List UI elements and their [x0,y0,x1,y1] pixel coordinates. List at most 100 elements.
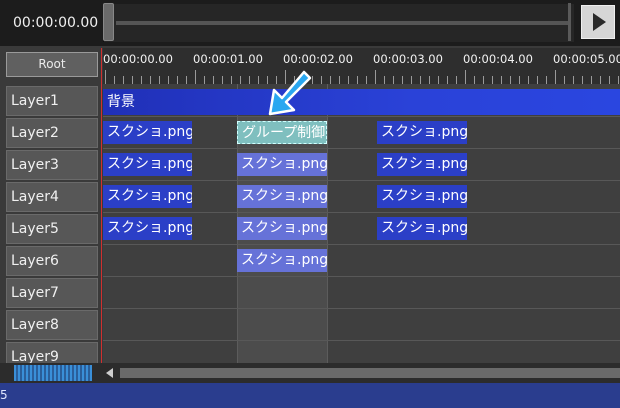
ruler-label: 00:00:02.00 [283,52,353,66]
ruler-tick [321,76,322,84]
clip-layer3-b[interactable]: スクショ.png [237,153,327,176]
ruler-tick [609,76,610,84]
ruler-tick [519,76,520,84]
ruler-tick [483,76,484,84]
ruler-tick [330,76,331,84]
ruler-tick [186,76,187,84]
ruler-tick [105,70,106,84]
ruler-tick [402,76,403,84]
clip-layer6-b[interactable]: スクショ.png [237,249,327,272]
scroll-left-icon[interactable] [106,368,113,378]
ruler-tick [582,76,583,84]
layer-header-2[interactable]: Layer2 [6,118,98,148]
arrow-down-left-icon [268,70,312,116]
row-divider [103,212,620,213]
ruler-tick [384,76,385,84]
clip-layer5-a[interactable]: スクショ.png [103,217,192,240]
ruler-tick [564,76,565,84]
ruler-tick [249,76,250,84]
ruler-tick [204,76,205,84]
layer-header-7[interactable]: Layer7 [6,278,98,308]
root-button[interactable]: Root [6,52,98,77]
play-icon [593,13,606,31]
layer-header-3[interactable]: Layer3 [6,150,98,180]
clip-background[interactable]: 背景 [103,89,620,115]
ruler-tick [618,76,619,84]
clip-group-control[interactable]: グループ制御 [237,121,327,144]
seek-track[interactable] [103,4,574,42]
ruler-tick [537,76,538,84]
row-divider [103,148,620,149]
ruler-tick [600,76,601,84]
ruler-tick [132,76,133,84]
ruler-tick [231,76,232,84]
status-bar: 5 [0,383,620,408]
ruler-tick [258,76,259,84]
clip-layer4-a[interactable]: スクショ.png [103,185,192,208]
row-divider [103,340,620,341]
playhead[interactable] [101,48,102,368]
ruler-tick [123,76,124,84]
ruler-tick [591,76,592,84]
layer-header-6[interactable]: Layer6 [6,246,98,276]
ruler-tick [177,76,178,84]
ruler-tick [312,76,313,84]
ruler-tick [573,76,574,84]
ruler-tick [447,76,448,84]
ruler-tick [114,76,115,84]
ruler-tick [150,76,151,84]
ruler-tick [429,76,430,84]
ruler-label: 00:00:05.00 [553,52,620,66]
time-ruler[interactable]: 00:00:00.00 00:00:01.00 00:00:02.00 00:00:0… [103,48,620,84]
ruler-tick [240,76,241,84]
seek-end-handle[interactable] [568,3,571,41]
ruler-label: 00:00:00.00 [103,52,173,66]
clip-layer5-c[interactable]: スクショ.png [377,217,467,240]
ruler-tick [411,76,412,84]
ruler-tick [168,76,169,84]
ruler-tick [492,76,493,84]
ruler-tick [456,76,457,84]
ruler-tick [339,76,340,84]
row-divider [103,276,620,277]
ruler-tick [420,76,421,84]
row-divider [103,116,620,117]
group-right-line [327,84,328,363]
ruler-tick [357,76,358,84]
scroll-thumb[interactable] [120,368,620,378]
clip-layer3-c[interactable]: スクショ.png [377,153,467,176]
transport-bar: 00:00:00.00 [0,0,620,46]
ruler-tick [510,76,511,84]
ruler-tick [195,70,196,84]
ruler-label: 00:00:04.00 [463,52,533,66]
ruler-tick [501,76,502,84]
clip-layer5-b[interactable]: スクショ.png [237,217,327,240]
ruler-label: 00:00:01.00 [193,52,263,66]
ruler-tick [222,76,223,84]
ruler-tick [555,70,556,84]
seek-start-handle[interactable] [103,3,114,41]
row-divider [103,180,620,181]
ruler-tick [474,76,475,84]
status-text: 5 [0,388,8,402]
layer-header-8[interactable]: Layer8 [6,310,98,340]
timeline-area[interactable]: 背景 スクショ.png グループ制御 スクショ.png スクショ.png スクシ… [103,84,620,363]
layer-header-5[interactable]: Layer5 [6,214,98,244]
current-time: 00:00:00.00 [13,15,99,31]
clip-layer4-c[interactable]: スクショ.png [377,185,467,208]
ruler-tick [528,76,529,84]
ruler-tick [141,76,142,84]
clip-layer3-a[interactable]: スクショ.png [103,153,192,176]
layer-header-1[interactable]: Layer1 [6,86,98,116]
layer-header-4[interactable]: Layer4 [6,182,98,212]
ruler-tick [348,76,349,84]
ruler-tick [159,76,160,84]
ruler-tick [438,76,439,84]
clip-layer4-b[interactable]: スクショ.png [237,185,327,208]
zoom-slider[interactable] [14,365,92,381]
clip-layer2-a[interactable]: スクショ.png [103,121,192,144]
play-button[interactable] [581,5,615,39]
ruler-label: 00:00:03.00 [373,52,443,66]
clip-layer2-c[interactable]: スクショ.png [377,121,467,144]
ruler-tick [465,70,466,84]
